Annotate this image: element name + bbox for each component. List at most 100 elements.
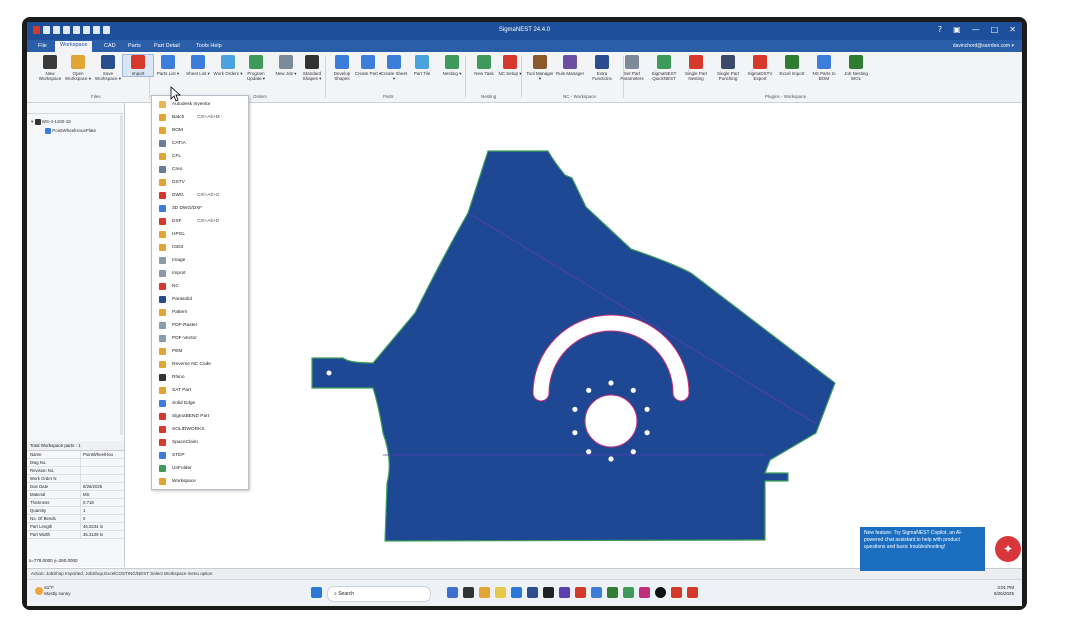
excel-icon[interactable] [607, 587, 618, 598]
property-row[interactable]: Material MS [27, 491, 124, 499]
import-menu-item-bom[interactable]: BOM [152, 124, 248, 137]
import-menu-item-dxf[interactable]: DXF Ctrl+Alt+D [152, 215, 248, 228]
tab-tools-help[interactable]: Tools Help [191, 42, 227, 50]
ribbon-button-import[interactable]: Import [122, 54, 154, 77]
import-menu-item-nc[interactable]: NC [152, 280, 248, 293]
import-menu-item-iges[interactable]: IGES [152, 241, 248, 254]
bolt-hole[interactable] [572, 406, 578, 412]
property-value[interactable]: 35.3129 in [81, 531, 124, 538]
ribbon-button-sigmanest-quicknest[interactable]: SigmaNEST QuickNEST [649, 55, 679, 81]
property-row[interactable]: No. Of Bends 0 [27, 515, 124, 523]
property-value[interactable]: PointWheelHou [81, 451, 124, 458]
ribbon-button-excel-import[interactable]: Excel Import [777, 55, 807, 76]
import-menu-item-hpgl[interactable]: HPGL [152, 228, 248, 241]
import-menu-item-unfolder[interactable]: UnFolder [152, 462, 248, 475]
chrome-icon[interactable] [479, 587, 490, 598]
property-value[interactable]: 0.718 [81, 499, 124, 506]
drawing-canvas[interactable] [125, 103, 1022, 567]
ribbon-button-create-sheet[interactable]: Create Sheet ▾ [379, 55, 409, 81]
widgets-icon[interactable] [463, 587, 474, 598]
property-value[interactable] [81, 475, 124, 482]
onenote-icon[interactable] [623, 587, 634, 598]
import-menu-item-solid-edge[interactable]: Solid Edge [152, 397, 248, 410]
property-value[interactable]: 0 [81, 515, 124, 522]
import-menu-item-dstv[interactable]: DSTV [152, 176, 248, 189]
import-menu-item-sigmabend-part[interactable]: SigmaBEND Part [152, 410, 248, 423]
ribbon-button-program-update[interactable]: Program Update ▾ [241, 55, 271, 81]
property-row[interactable]: Work Order N [27, 475, 124, 483]
tab-workspace[interactable]: Workspace [55, 41, 93, 52]
bolt-hole[interactable] [608, 380, 614, 386]
ribbon-button-job-nesting-wol[interactable]: Job Nesting WOL [841, 55, 871, 81]
property-value[interactable]: 8/26/2025 [81, 483, 124, 490]
property-row[interactable]: Revision No. [27, 467, 124, 475]
import-menu-item-dwg[interactable]: DWG Ctrl+Alt+G [152, 189, 248, 202]
copilot-icon[interactable]: ✦ [995, 536, 1021, 562]
import-menu-item-autodesk-inventor[interactable]: Autodesk Inventor [152, 98, 248, 111]
app-icon[interactable] [639, 587, 650, 598]
ribbon-button-work-orders[interactable]: Work Orders ▾ [213, 55, 243, 76]
property-value[interactable] [81, 459, 124, 466]
import-menu-item-pem[interactable]: PEM [152, 345, 248, 358]
close-button[interactable]: ✕ [1009, 25, 1016, 34]
panel-scrollbar[interactable] [120, 115, 123, 435]
bolt-hole[interactable] [644, 430, 650, 436]
word-icon[interactable] [591, 587, 602, 598]
tab-hole[interactable] [326, 370, 332, 376]
outlook-icon[interactable] [527, 587, 538, 598]
import-menu-item-spaceclaim[interactable]: SpaceClaim [152, 436, 248, 449]
import-menu-item-batch[interactable]: Batch Ctrl+Alt+M [152, 111, 248, 124]
ribbon-button-set-part-parameters[interactable]: Set Part Parameters [617, 55, 647, 81]
ribbon-button-sheet-list[interactable]: Sheet List ▾ [183, 55, 213, 76]
ribbon-display-button[interactable]: ▣ [953, 25, 961, 34]
bolt-hole[interactable] [572, 430, 578, 436]
ribbon-button-single-part-punching[interactable]: Single Part Punching [713, 55, 743, 81]
edge-icon[interactable] [511, 587, 522, 598]
property-value[interactable]: 46.0234 in [81, 523, 124, 530]
import-menu-item-pattern[interactable]: Pattern [152, 306, 248, 319]
system-tray[interactable]: 3:01 PM 8/26/2025 [994, 585, 1014, 597]
property-row[interactable]: Part Width 35.3129 in [27, 531, 124, 539]
import-menu-item-catia[interactable]: CATIA [152, 137, 248, 150]
property-row[interactable]: Name PointWheelHou [27, 451, 124, 459]
taskbar-search[interactable]: ⌕ Search [327, 586, 431, 602]
ribbon-button-rule-manager[interactable]: Rule Manager [555, 55, 585, 76]
import-menu-item-reverse-nc-code[interactable]: Reverse NC Code [152, 358, 248, 371]
bolt-hole[interactable] [630, 387, 636, 393]
maximize-button[interactable]: □ [991, 25, 999, 34]
property-value[interactable] [81, 467, 124, 474]
import-menu-item-parasolid[interactable]: Parasolid [152, 293, 248, 306]
bolt-hole[interactable] [630, 449, 636, 455]
import-menu-item-creo[interactable]: Creo [152, 163, 248, 176]
bolt-hole[interactable] [644, 406, 650, 412]
tree-item-part[interactable]: PointWheelHousPlate [45, 128, 96, 134]
tab-file[interactable]: File [33, 42, 52, 50]
ribbon-button-save-workspace[interactable]: Save Workspace ▾ [93, 55, 123, 81]
copilot-notification[interactable]: New feature: Try SigmaNEST Copilot, an A… [860, 527, 985, 571]
ribbon-button-ns-parts-to-bom[interactable]: NS Parts to BOM [809, 55, 839, 81]
property-row[interactable]: Quantity 1 [27, 507, 124, 515]
property-value[interactable]: 1 [81, 507, 124, 514]
tab-parts[interactable]: Parts [123, 42, 146, 50]
import-menu-item-pdf-vector[interactable]: PDF-Vector [152, 332, 248, 345]
task-view-icon[interactable] [447, 587, 458, 598]
ribbon-button-tool-manager[interactable]: Tool Manager ▾ [525, 55, 555, 81]
import-menu-item-pdf-raster[interactable]: PDF-Raster [152, 319, 248, 332]
user-account[interactable]: davinchord@sarrdeo.com ▾ [953, 43, 1014, 49]
ribbon-button-nesting[interactable]: Nesting ▾ [437, 55, 467, 76]
terminal-icon[interactable] [543, 587, 554, 598]
property-row[interactable]: Thickness 0.718 [27, 499, 124, 507]
part-outline[interactable] [311, 150, 836, 542]
tree-root[interactable]: ▾ WS-4-1160-15 [31, 119, 71, 125]
ribbon-button-new-workspace[interactable]: New Workspace [35, 55, 65, 81]
import-menu-item-cfl[interactable]: CFL [152, 150, 248, 163]
teams-icon[interactable] [559, 587, 570, 598]
tab-part-detail[interactable]: Part Detail [149, 42, 185, 50]
bolt-hole[interactable] [586, 387, 592, 393]
property-value[interactable]: MS [81, 491, 124, 498]
ribbon-button-sigmadstv-export[interactable]: SigmaDSTV Export [745, 55, 775, 81]
property-row[interactable]: Due Date 8/26/2025 [27, 483, 124, 491]
tab-cad[interactable]: CAD [99, 42, 121, 50]
import-menu-item-solidworks[interactable]: SOLIDWORKS [152, 423, 248, 436]
app-icon[interactable] [655, 587, 666, 598]
